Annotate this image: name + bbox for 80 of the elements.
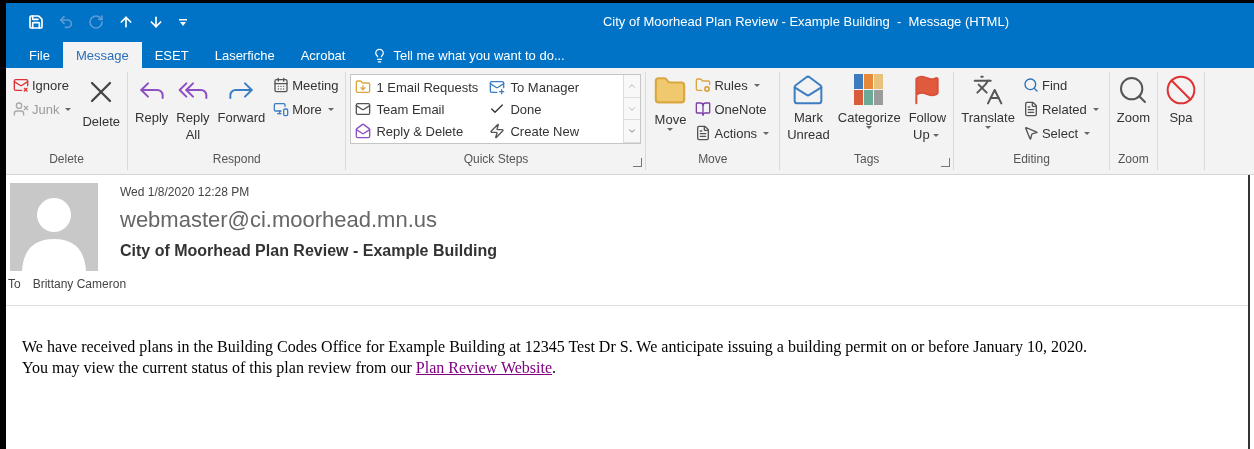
devices-icon: [273, 101, 290, 117]
sender-address: webmaster@ci.moorhead.mn.us: [120, 207, 438, 233]
quick-step[interactable]: 1 Email Requests: [353, 76, 488, 98]
ribbon-button[interactable]: Follow Up: [905, 72, 950, 152]
group-label: Tags: [853, 152, 881, 168]
dialog-launcher-icon[interactable]: [633, 158, 643, 167]
caret-icon: [932, 134, 939, 138]
tell-me-field[interactable]: Tell me what you want to do...: [358, 42, 565, 68]
caret-icon: [763, 131, 770, 135]
group-label: Zoom: [1117, 152, 1150, 168]
envelope-icon: [355, 123, 372, 139]
plan-review-link[interactable]: Plan Review Website: [415, 359, 553, 376]
ribbon-button[interactable]: Meeting: [270, 74, 342, 96]
junk-icon: [13, 101, 29, 117]
document-icon: [695, 125, 712, 141]
ribbon-button[interactable]: Move: [650, 72, 691, 152]
sent-date: Wed 1/8/2020 12:28 PM: [120, 185, 251, 199]
caret-icon: [866, 126, 873, 129]
group-label: Delete: [48, 152, 85, 168]
envelope-icon: [355, 101, 372, 117]
quick-step[interactable]: To Manager: [487, 76, 622, 98]
calendar-icon: [273, 77, 290, 93]
quick-step[interactable]: Reply & Delete: [353, 120, 488, 142]
ignore-icon: [13, 77, 29, 93]
ribbon-button[interactable]: Ignore: [10, 74, 78, 96]
open-envelope-icon: [792, 74, 825, 106]
ribbon-button[interactable]: Zoom: [1113, 72, 1153, 152]
quick-step[interactable]: Team Email: [353, 98, 488, 120]
ribbon-button[interactable]: Reply: [132, 72, 172, 152]
ribbon-button[interactable]: Categorize: [834, 72, 904, 152]
ribbon-button[interactable]: Related: [1019, 98, 1105, 120]
rules-icon: [695, 77, 712, 93]
ribbon-button[interactable]: Forward: [214, 72, 269, 152]
ribbon-button[interactable]: Select: [1019, 122, 1105, 144]
group-label: Respond: [211, 152, 262, 168]
ribbon-button[interactable]: Mark Unread: [784, 72, 833, 152]
caret-icon: [327, 107, 334, 111]
folder-icon: [355, 79, 372, 95]
color-grid-icon: [854, 74, 885, 106]
ribbon-button[interactable]: Delete: [79, 72, 124, 152]
message-body: We have received plans in the Building Codes Office for Example Building at 12345 Test Dr S. We anticipate issuing a building permit on or before January 10, 2020. You may view the current status of this plan review from our Plan Review Website.: [22, 337, 1088, 378]
caret-icon: [65, 107, 72, 111]
window-title: City of Moorhead Plan Review - Example Building - Message (HTML): [601, 14, 1010, 29]
customize-icon[interactable]: [178, 16, 188, 27]
group-label: Move: [697, 152, 729, 168]
group-label: Quick Steps: [462, 152, 530, 168]
ribbon-button[interactable]: Rules: [692, 74, 776, 96]
ribbon-tab[interactable]: Acrobat: [287, 42, 359, 68]
caret-icon: [985, 126, 992, 129]
ribbon-button[interactable]: Spa: [1162, 72, 1200, 152]
ribbon-tab[interactable]: Message: [62, 42, 142, 68]
notebook-icon: [695, 101, 712, 117]
to-label: To: [8, 277, 21, 291]
lightning-icon: [489, 123, 506, 139]
caret-icon: [667, 128, 674, 131]
search-icon: [1022, 77, 1039, 93]
recipient-name: Brittany Cameron: [32, 277, 127, 291]
quick-step[interactable]: Done: [487, 98, 622, 120]
ribbon-tab[interactable]: File: [16, 42, 63, 68]
caret-icon: [1084, 131, 1091, 135]
caret-icon: [753, 83, 760, 87]
quick-step[interactable]: Create New: [487, 120, 622, 142]
pointer-icon: [1022, 125, 1039, 141]
ribbon-button[interactable]: More: [270, 98, 342, 120]
ribbon-button[interactable]: Find: [1019, 74, 1105, 96]
avatar-icon: [10, 183, 98, 271]
dialog-launcher-icon[interactable]: [941, 158, 951, 167]
document-icon: [1022, 101, 1039, 117]
message-subject: City of Moorhead Plan Review - Example Building: [120, 242, 497, 260]
envelope-icon: [489, 79, 506, 95]
ribbon-tab[interactable]: ESET: [141, 42, 202, 68]
ribbon-button[interactable]: Reply All: [173, 72, 213, 152]
group-label: Editing: [1012, 152, 1051, 168]
ribbon-button[interactable]: OneNote: [692, 98, 776, 120]
caret-icon: [1092, 107, 1099, 111]
blocked-mail-icon: [1165, 74, 1197, 106]
ribbon-button[interactable]: Translate: [958, 72, 1018, 152]
ribbon-button[interactable]: Actions: [692, 122, 776, 144]
ribbon-tab[interactable]: Laserfiche: [201, 42, 288, 68]
translate-icon: [972, 74, 1005, 106]
